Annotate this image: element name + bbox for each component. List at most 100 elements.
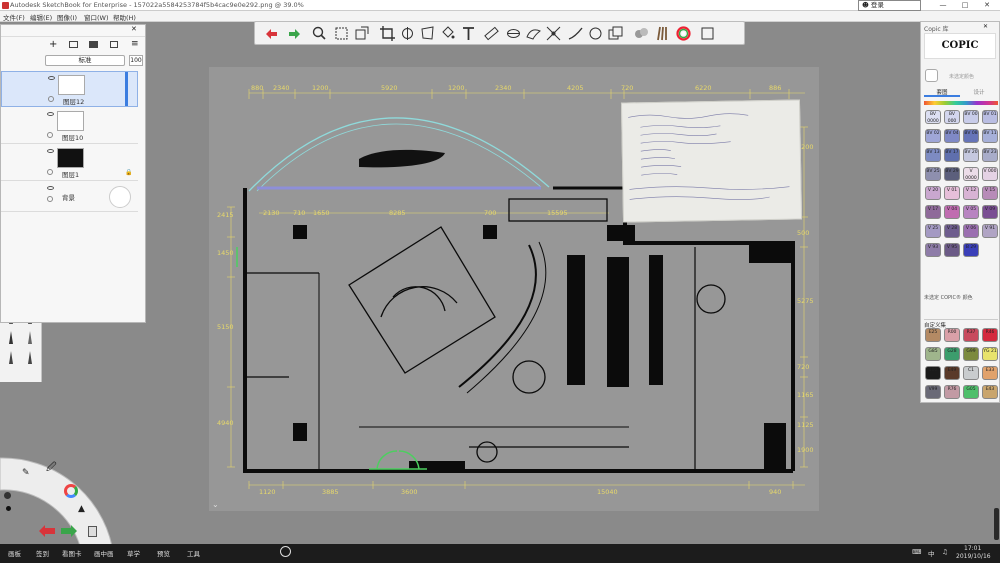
copic-close-icon[interactable]: ✕ [983,23,988,30]
layer-row-12[interactable]: 图层12 [1,71,138,107]
copic-swatch[interactable]: V 17 [925,205,941,219]
copic-swatch[interactable]: V 20 [925,186,941,200]
copic-swatch[interactable]: BV 02 [925,129,941,143]
transform-icon[interactable] [353,25,370,42]
copic-swatch[interactable]: V 0000 [963,167,979,181]
brush-library-icon[interactable] [653,25,670,42]
steady-stroke-icon[interactable] [567,25,584,42]
vertical-scrollbar[interactable] [994,508,999,540]
copic-swatch[interactable]: V 01 [944,186,960,200]
copic-swatch[interactable]: BV 0000 [925,110,941,124]
layer-radio[interactable] [48,96,54,102]
copic-swatch[interactable]: E43 [982,385,998,399]
copic-swatch[interactable]: BV 17 [944,148,960,162]
copic-swatch[interactable]: BV 11 [982,129,998,143]
color-editor-icon[interactable] [64,484,78,498]
crop-icon[interactable] [379,25,396,42]
undo-icon[interactable] [263,25,280,42]
copic-swatch[interactable]: BV 29 [944,167,960,181]
visibility-eye-icon[interactable] [47,149,54,153]
copic-swatch[interactable]: G28 [944,347,960,361]
copic-swatch[interactable]: R46 [982,328,998,342]
copic-swatch[interactable]: V 25 [925,224,941,238]
synthetic-brush-icon[interactable] [3,330,19,346]
copic-swatch[interactable]: YG 21 [982,347,998,361]
copic-library-icon[interactable] [633,25,650,42]
merge-layer-icon[interactable] [110,41,118,48]
french-curve-icon[interactable] [525,25,542,42]
visibility-eye-icon[interactable] [47,186,54,190]
brush-library-lagoon-icon[interactable]: ✎ [22,468,30,478]
copic-swatch[interactable]: BV 13 [925,148,941,162]
shape-icon[interactable] [587,25,604,42]
add-layer-icon[interactable]: + [49,39,57,50]
add-group-icon[interactable] [69,41,78,48]
opacity-field[interactable]: 100 [129,55,143,66]
redo-icon[interactable] [286,25,303,42]
taskbar-item[interactable]: 画板 [8,548,21,558]
lock-icon[interactable]: 🔒 [125,169,132,176]
menu-edit[interactable]: 编辑(E) [30,12,52,22]
lagoon-undo-icon[interactable] [38,524,56,538]
menu-file[interactable]: 文件(F) [3,12,25,22]
copic-swatch[interactable]: V 91 [982,224,998,238]
background-color-swatch[interactable] [109,186,131,208]
ime-indicator[interactable]: 中 [928,548,935,558]
taskbar-item[interactable]: 画中画 [94,548,114,558]
copic-swatch[interactable]: V 000 [982,167,998,181]
layer-radio[interactable] [47,196,53,202]
copic-swatch[interactable]: V 09 [982,205,998,219]
color-wheel-icon[interactable] [675,25,692,42]
copic-swatch[interactable]: BV 00 [963,110,979,124]
menu-window[interactable]: 窗口(W) [84,12,109,22]
layer-radio[interactable] [47,169,53,175]
ellipse-guide-icon[interactable] [505,25,522,42]
copic-swatch[interactable]: V 93 [925,243,941,257]
ruler-icon[interactable] [483,25,500,42]
color-family-bar[interactable] [924,101,998,105]
flat-brush-icon[interactable] [22,330,38,346]
close-button[interactable]: ✕ [976,0,998,11]
copic-swatch[interactable]: G85 [925,347,941,361]
expand-chevron-icon[interactable]: ⌄ [212,500,219,509]
perspective-icon[interactable] [545,25,562,42]
symmetry-icon[interactable] [399,25,416,42]
taskbar-item[interactable]: 预览 [157,548,170,558]
layers-toggle-icon[interactable] [699,25,716,42]
brush-properties-icon[interactable]: 🖉 [46,460,57,477]
blend-mode-select[interactable]: 标准 [45,55,125,66]
taskbar-item[interactable]: 看图卡 [62,548,82,558]
copic-swatch[interactable]: BV 25 [925,167,941,181]
volume-icon[interactable]: ♫ [942,548,948,556]
transform-lagoon-icon[interactable]: ▲ [78,504,85,514]
watercolor-brush-icon[interactable] [22,350,38,366]
tab-sets[interactable]: 套图 [924,88,960,97]
menu-image[interactable]: 图像(I) [57,12,77,22]
layer-row-10[interactable]: 图层10 [1,108,138,144]
opacity-slider[interactable] [125,72,128,106]
copic-swatch[interactable]: 100 [925,366,941,380]
visibility-eye-icon[interactable] [48,76,55,80]
layer-copy-icon[interactable] [607,25,624,42]
copic-swatch[interactable]: BV 000 [944,110,960,124]
taskbar-item[interactable]: 草学 [127,548,140,558]
maximize-button[interactable]: □ [954,0,976,11]
distort-icon[interactable] [419,25,436,42]
fine-liner-icon[interactable] [3,350,19,366]
copic-swatch[interactable]: BV 08 [963,129,979,143]
lagoon-redo-icon[interactable] [60,524,78,538]
visibility-eye-icon[interactable] [47,112,54,116]
copic-swatch[interactable]: E25 [925,328,941,342]
close-panel-icon[interactable]: ✕ [131,25,137,33]
copic-swatch[interactable]: V 28 [944,224,960,238]
minimize-button[interactable]: — [932,0,954,11]
copic-swatch[interactable]: E33 [982,366,998,380]
copic-swatch[interactable]: G99 [963,347,979,361]
copic-swatch[interactable]: V 15 [982,186,998,200]
taskbar-item[interactable]: 工具 [187,548,200,558]
copic-swatch[interactable]: V 04 [944,205,960,219]
copic-swatch[interactable]: R00 [944,328,960,342]
copic-swatch[interactable]: BV 23 [982,148,998,162]
copic-swatch[interactable]: R76 [944,385,960,399]
select-icon[interactable] [333,25,350,42]
